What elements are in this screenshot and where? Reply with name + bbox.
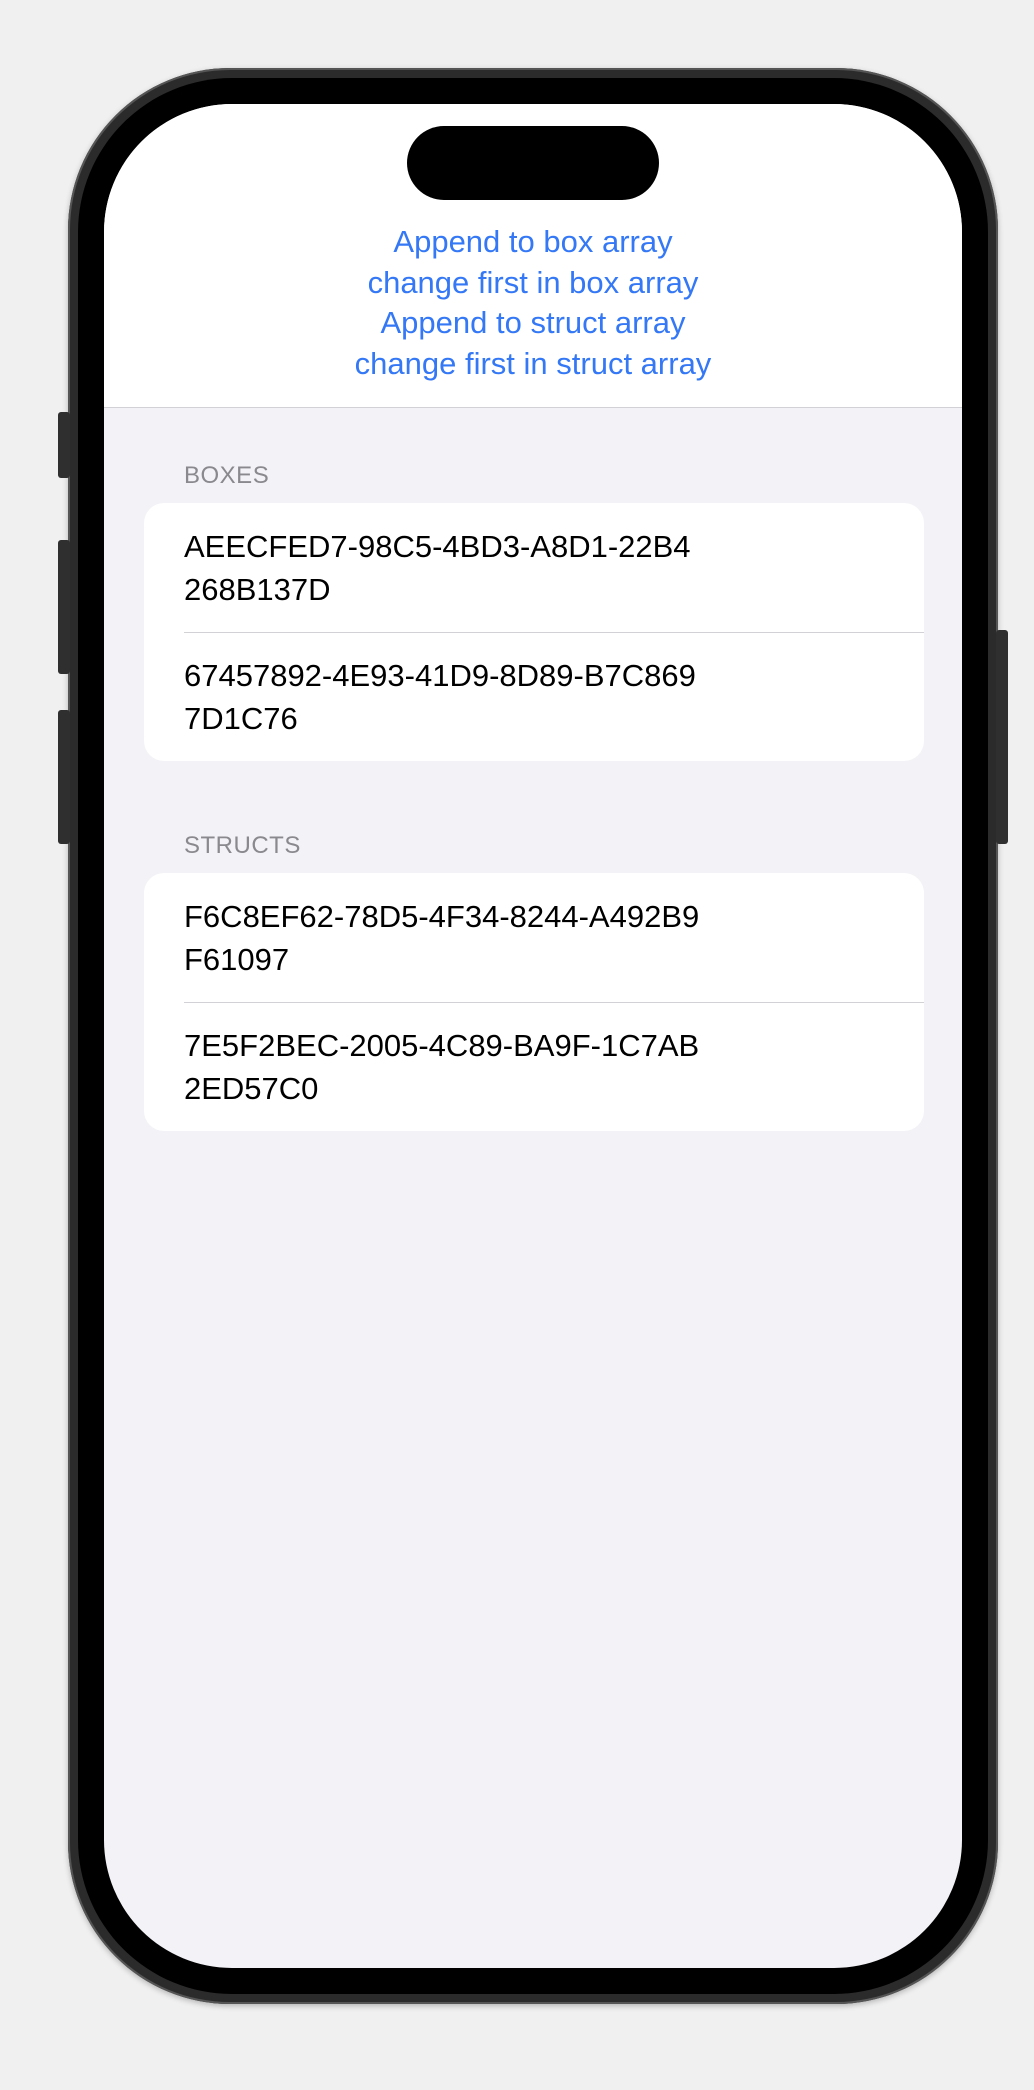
structs-section-header: STRUCTS [184, 832, 301, 859]
action-button [58, 412, 70, 478]
boxes-list: AEECFED7-98C5-4BD3-A8D1-22B4268B137D 674… [144, 503, 924, 761]
list-item-label: 7E5F2BEC-2005-4C89-BA9F-1C7AB2ED57C0 [184, 1028, 700, 1106]
list-item-label: AEECFED7-98C5-4BD3-A8D1-22B4268B137D [184, 529, 691, 607]
list-item[interactable]: 67457892-4E93-41D9-8D89-B7C8697D1C76 [144, 632, 924, 761]
append-struct-button[interactable]: Append to struct array [381, 303, 686, 344]
append-box-button[interactable]: Append to box array [393, 222, 672, 263]
power-button [996, 630, 1008, 844]
list-item[interactable]: AEECFED7-98C5-4BD3-A8D1-22B4268B137D [144, 503, 924, 632]
list-item[interactable]: F6C8EF62-78D5-4F34-8244-A492B9F61097 [144, 873, 924, 1002]
list-item[interactable]: 7E5F2BEC-2005-4C89-BA9F-1C7AB2ED57C0 [144, 1002, 924, 1131]
structs-list: F6C8EF62-78D5-4F34-8244-A492B9F61097 7E5… [144, 873, 924, 1131]
dynamic-island [407, 126, 659, 200]
change-first-box-button[interactable]: change first in box array [368, 263, 699, 304]
screen: Append to box array change first in box … [104, 104, 962, 1968]
toolbar-button-stack: Append to box array change first in box … [104, 222, 962, 384]
list-item-label: 67457892-4E93-41D9-8D89-B7C8697D1C76 [184, 658, 696, 736]
change-first-struct-button[interactable]: change first in struct array [355, 344, 712, 385]
volume-down-button [58, 710, 70, 844]
list-item-label: F6C8EF62-78D5-4F34-8244-A492B9F61097 [184, 899, 700, 977]
boxes-section-header: BOXES [184, 462, 270, 489]
volume-up-button [58, 540, 70, 674]
